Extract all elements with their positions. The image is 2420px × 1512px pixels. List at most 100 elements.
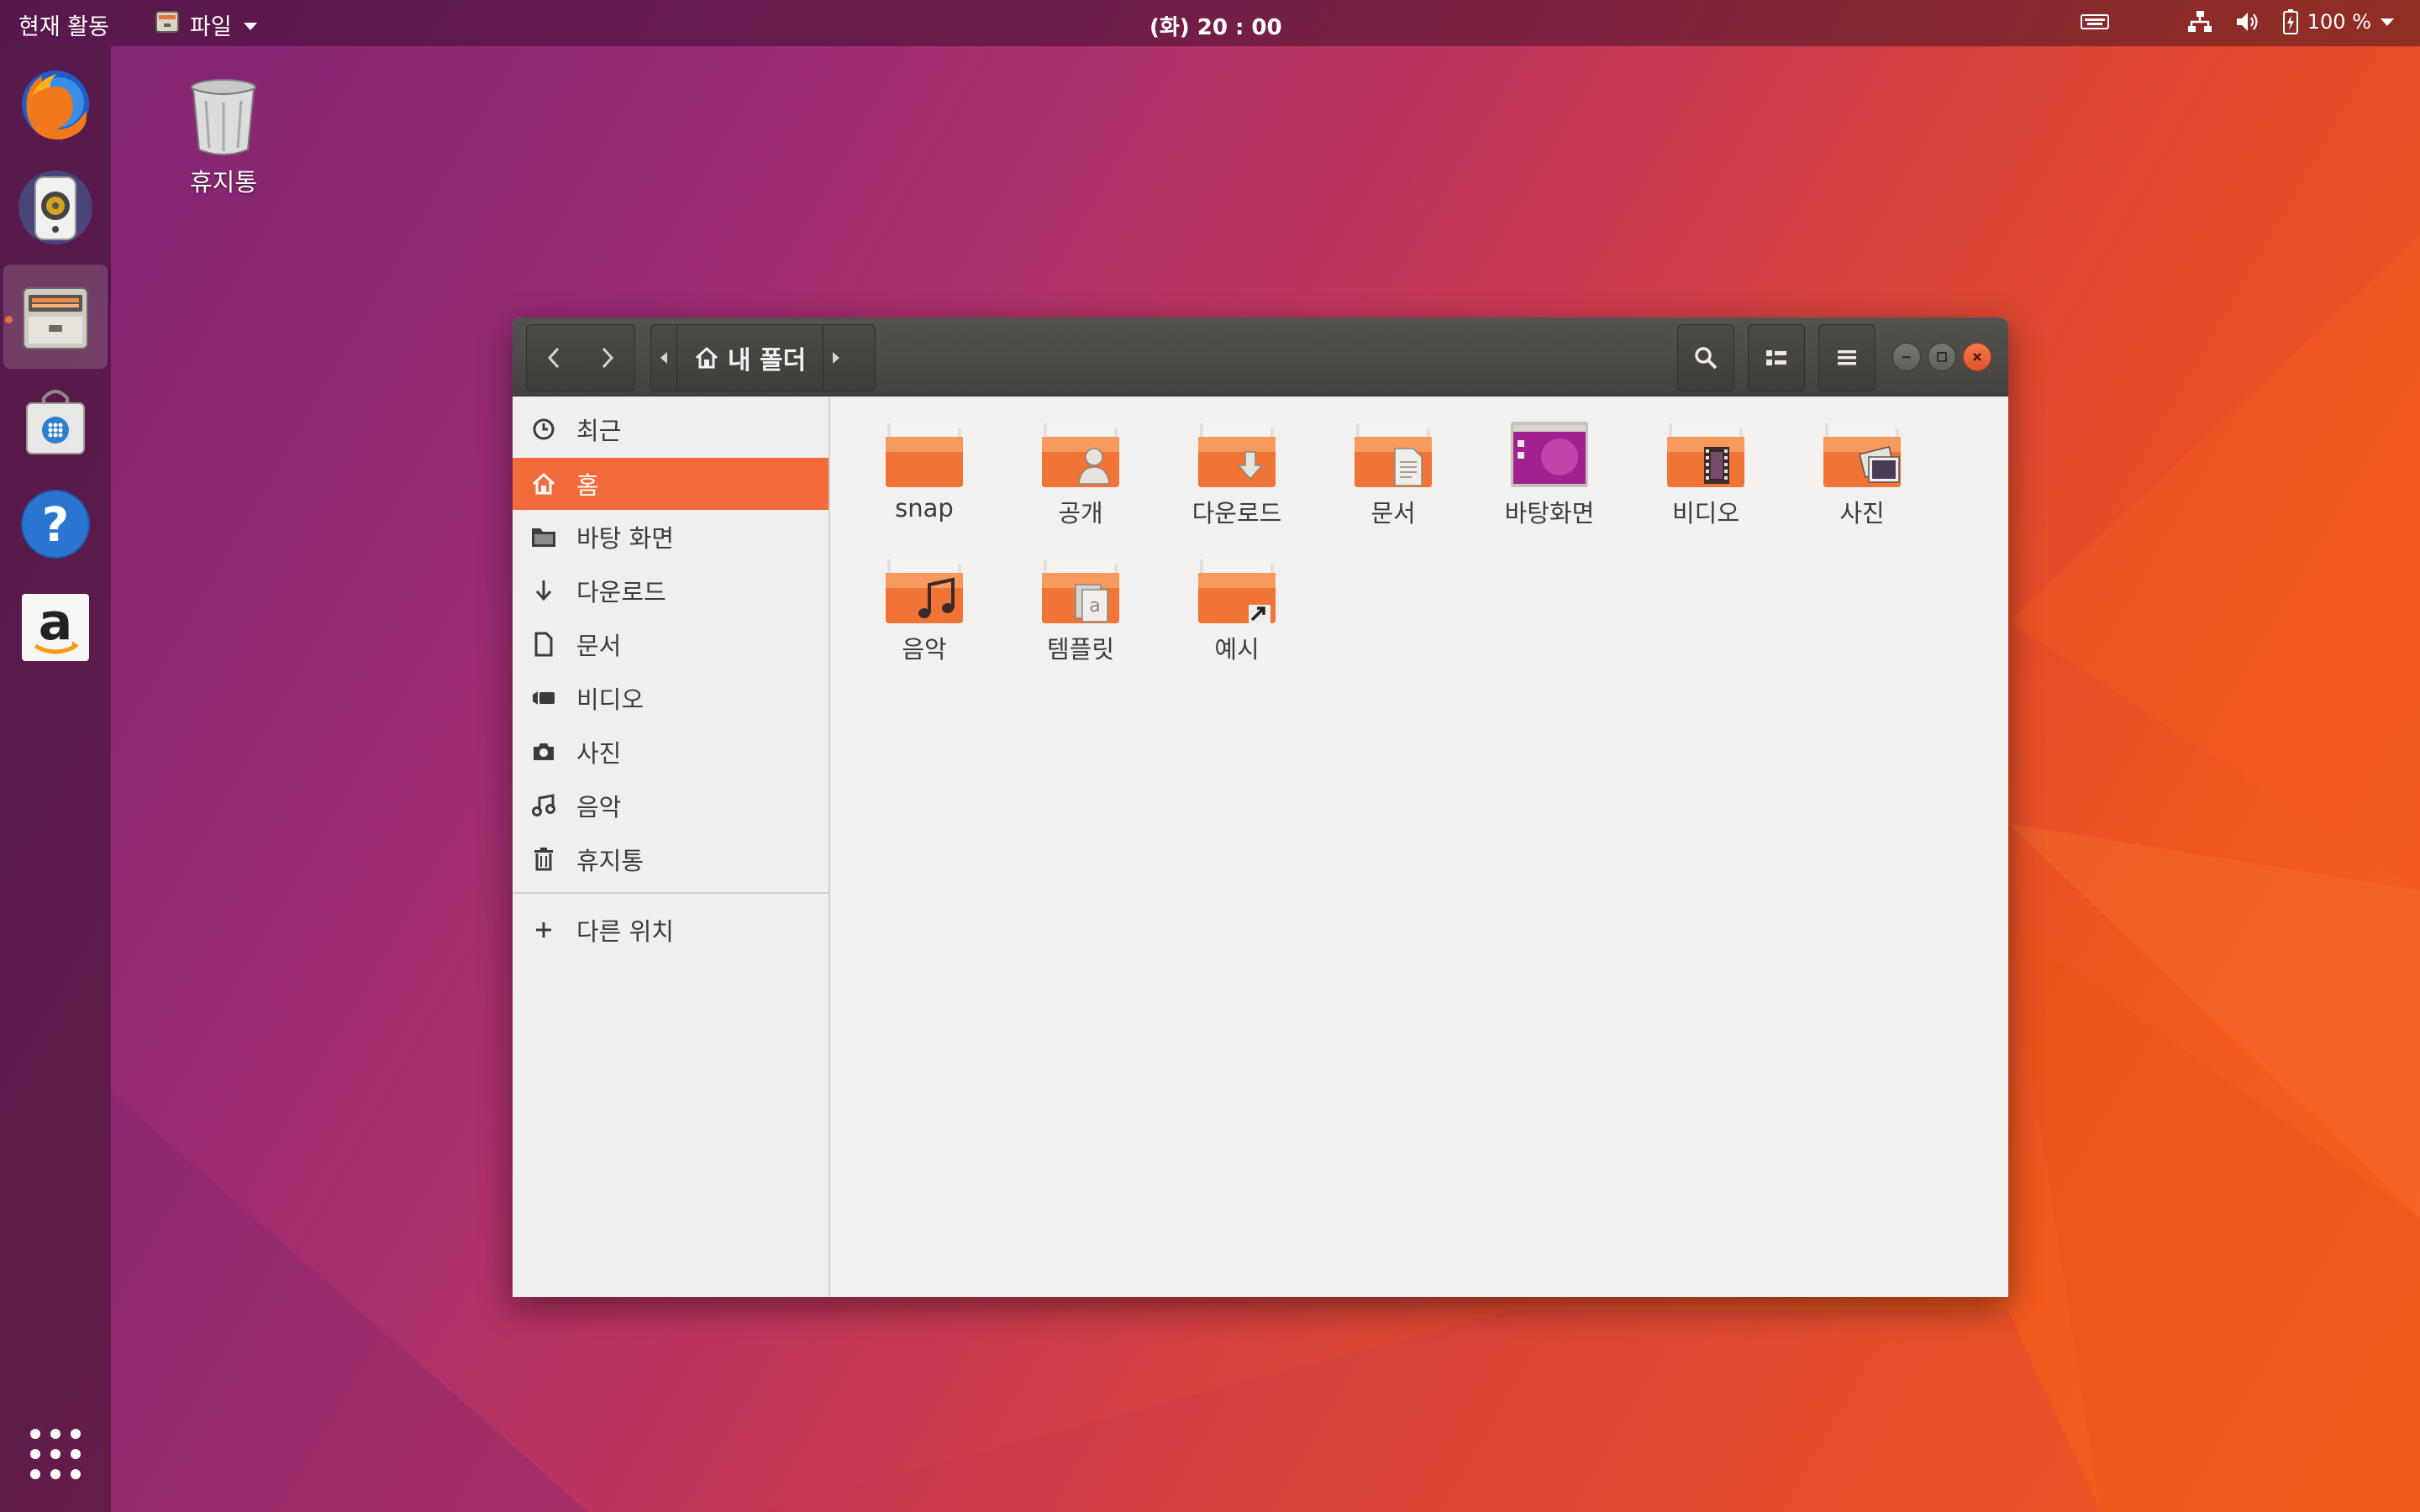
svg-text:a: a <box>39 593 73 652</box>
sidebar-item-home[interactable]: 홈 <box>513 458 829 510</box>
firefox-icon <box>22 71 89 140</box>
dock-firefox[interactable] <box>3 50 108 155</box>
folder-public-icon <box>1042 423 1119 487</box>
folder-link-icon <box>1198 559 1276 623</box>
minimize-icon <box>1902 356 1911 359</box>
video-icon <box>529 684 558 712</box>
sidebar-item-label: 홈 <box>576 471 599 500</box>
folder-videos-icon <box>1667 423 1744 487</box>
dock-amazon[interactable]: a <box>3 575 108 680</box>
folder-label: 다운로드 <box>1192 499 1282 528</box>
sidebar-item-trash[interactable]: 휴지통 <box>513 833 829 885</box>
triangle-right-icon <box>833 352 840 364</box>
shopping-bag-icon <box>26 390 85 454</box>
show-applications-button[interactable] <box>3 1402 108 1506</box>
file-view: snap 공개 다운로드 문서 바탕화면 비디오 사진 음악 a 템플릿 예시 <box>832 396 2008 1297</box>
file-cabinet-icon <box>23 287 88 349</box>
folder-item[interactable]: 다운로드 <box>1161 418 1313 529</box>
folder-label: 음악 <box>902 635 947 664</box>
clock[interactable]: (화) 20 : 00 <box>1150 10 1282 41</box>
folder-item[interactable]: 바탕화면 <box>1474 418 1625 529</box>
sidebar-item-music[interactable]: 음악 <box>513 780 829 832</box>
dock-software[interactable] <box>3 368 108 472</box>
folder-item[interactable]: 공개 <box>1005 418 1156 529</box>
document-icon <box>529 630 558 659</box>
close-button[interactable] <box>1963 343 1991 371</box>
back-button[interactable] <box>527 325 581 391</box>
desktop-trash[interactable]: 휴지통 <box>173 76 274 198</box>
minimize-button[interactable] <box>1892 343 1921 371</box>
hamburger-menu-icon <box>1838 350 1856 365</box>
folder-pictures-icon <box>1823 423 1901 487</box>
folder-label: 비디오 <box>1671 499 1740 528</box>
folder-label: 예시 <box>1214 635 1260 664</box>
folder-label: 템플릿 <box>1046 635 1115 664</box>
folder-music-icon <box>886 559 963 623</box>
sidebar-item-videos[interactable]: 비디오 <box>513 672 829 724</box>
dock-help[interactable]: ? <box>3 472 108 576</box>
sidebar-item-label: 다운로드 <box>576 578 666 606</box>
maximize-button[interactable] <box>1928 343 1956 371</box>
trash-icon <box>191 79 256 155</box>
header-bar: 내 폴더 <box>513 318 2008 396</box>
path-bar: 내 폴더 <box>650 324 876 391</box>
history-buttons <box>526 324 635 391</box>
path-scroll-left[interactable] <box>651 325 676 391</box>
path-scroll-right[interactable] <box>823 325 849 391</box>
sidebar-item-label: 비디오 <box>576 685 644 714</box>
system-tray[interactable]: 100 % <box>2080 8 2395 35</box>
chevron-down-icon <box>2381 18 2394 26</box>
folder-label: 바탕화면 <box>1504 499 1595 528</box>
folder-label: 문서 <box>1370 499 1416 528</box>
plus-icon <box>529 916 558 944</box>
sidebar-item-documents[interactable]: 문서 <box>513 618 829 670</box>
svg-text:a: a <box>1089 596 1100 617</box>
sidebar-item-recent[interactable]: 최근 <box>513 403 829 455</box>
folder-item[interactable]: snap <box>849 418 1000 522</box>
top-bar: 현재 활동 파일 (화) 20 : 00 100 % <box>0 0 2420 46</box>
battery-indicator[interactable]: 100 % <box>2282 8 2395 35</box>
files-window: 내 폴더 최근 홈 바탕 화면 다운로드 문서 비디오 사진 음악 휴지통 다른… <box>513 318 2008 1297</box>
home-icon <box>695 346 718 369</box>
dock-files[interactable] <box>3 265 108 369</box>
sidebar-item-pictures[interactable]: 사진 <box>513 726 829 778</box>
grid-icon <box>30 1429 81 1479</box>
folder-label: 공개 <box>1058 499 1103 528</box>
folder-item[interactable]: a 템플릿 <box>1005 554 1156 665</box>
folder-item[interactable]: 음악 <box>849 554 1000 665</box>
forward-button[interactable] <box>581 325 634 391</box>
folder-item[interactable]: 예시 <box>1161 554 1313 665</box>
sidebar-item-other-locations[interactable]: 다른 위치 <box>513 904 829 956</box>
folder-label: 사진 <box>1839 499 1885 528</box>
dock-rhythmbox[interactable] <box>3 155 108 260</box>
folder-icon <box>886 423 963 487</box>
activities-button[interactable]: 현재 활동 <box>18 8 109 41</box>
keyboard-icon[interactable] <box>2080 13 2109 31</box>
maximize-icon <box>1937 352 1947 362</box>
volume-icon[interactable] <box>2235 10 2260 34</box>
sidebar-item-label: 사진 <box>576 739 622 768</box>
path-label: 내 폴더 <box>728 346 807 375</box>
folder-item[interactable]: 비디오 <box>1630 418 1781 529</box>
sidebar-item-downloads[interactable]: 다운로드 <box>513 564 829 617</box>
amazon-icon: a <box>22 593 89 661</box>
battery-icon <box>2282 9 2298 34</box>
folder-item[interactable]: 사진 <box>1786 418 1938 529</box>
music-icon <box>529 791 558 820</box>
file-cabinet-icon <box>155 10 180 39</box>
chevron-left-icon <box>547 347 560 369</box>
clock-icon <box>529 415 558 444</box>
sidebar-item-desktop[interactable]: 바탕 화면 <box>513 511 829 563</box>
app-menu[interactable]: 파일 <box>155 8 259 41</box>
folder-templates-icon: a <box>1042 559 1119 623</box>
network-icon[interactable] <box>2186 9 2213 34</box>
folder-item[interactable]: 문서 <box>1318 418 1469 529</box>
close-icon <box>1973 353 1981 361</box>
chevron-right-icon <box>602 347 614 369</box>
view-toggle-button[interactable] <box>1748 324 1805 391</box>
search-button[interactable] <box>1677 324 1734 391</box>
folder-label: snap <box>895 494 954 522</box>
menu-button[interactable] <box>1818 324 1876 391</box>
path-home-button[interactable]: 내 폴더 <box>677 325 823 391</box>
triangle-left-icon <box>660 352 667 364</box>
